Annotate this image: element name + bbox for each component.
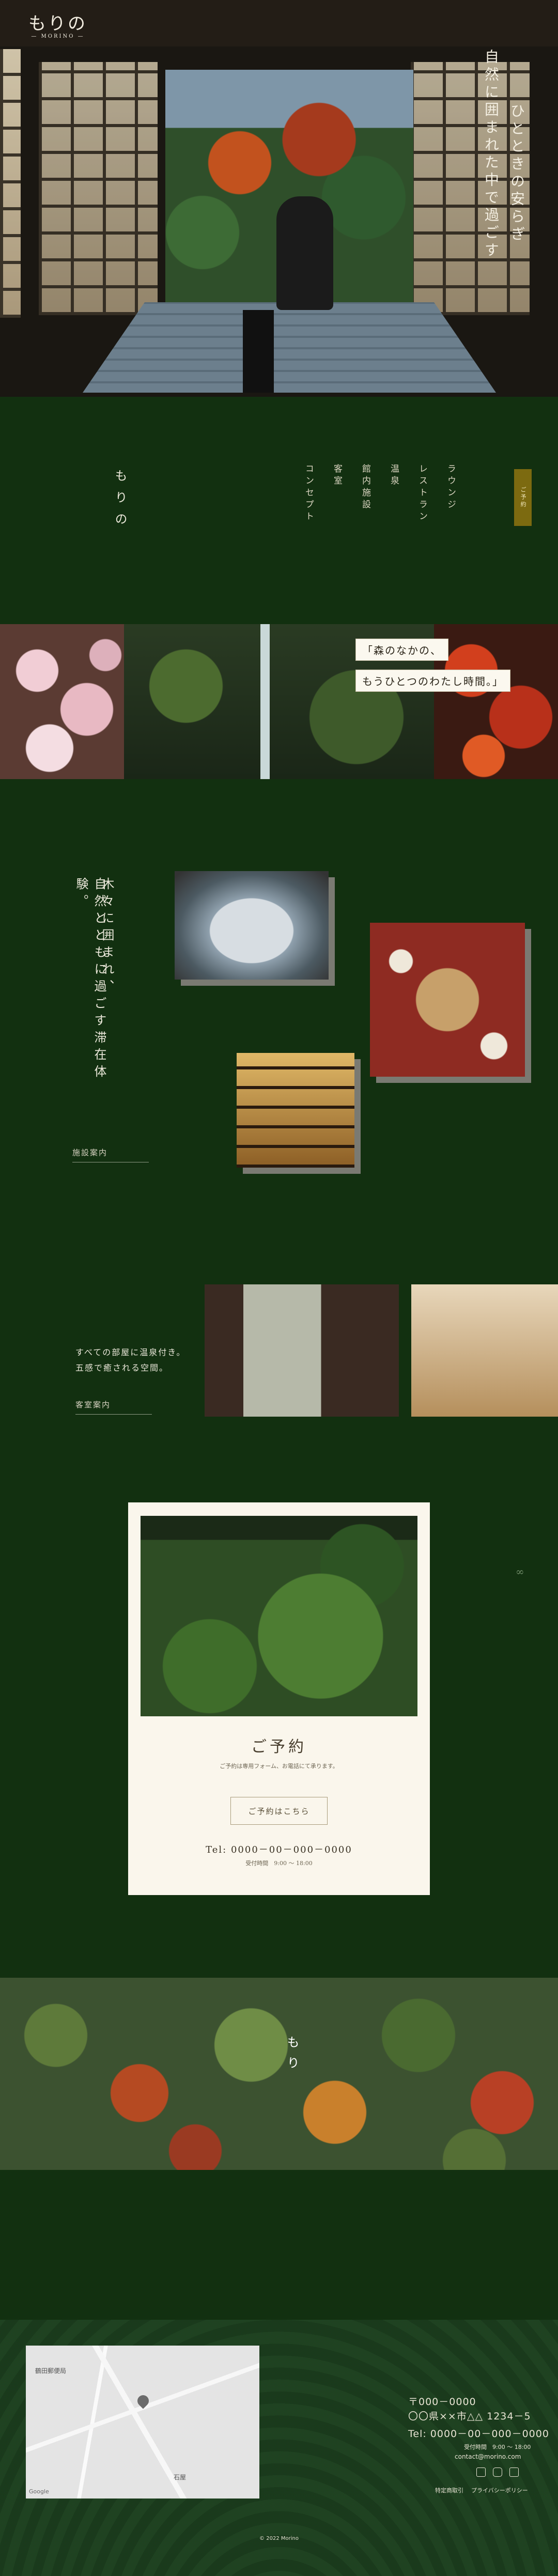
rooms-text: すべての部屋に温泉付き。 五感で癒される空間。 bbox=[75, 1345, 185, 1376]
twitter-icon[interactable] bbox=[476, 2468, 486, 2477]
infinity-icon: ∞ bbox=[516, 1565, 524, 1578]
footer-link-privacy[interactable]: プライバシーポリシー bbox=[471, 2486, 528, 2494]
map-pin-icon bbox=[135, 2393, 151, 2409]
dining-room-photo bbox=[205, 1284, 399, 1417]
facilities-link[interactable]: 施設案内 bbox=[72, 1147, 149, 1162]
shoji-left-edge bbox=[0, 49, 21, 318]
zaisu-chair bbox=[243, 310, 274, 393]
footer-hours: 受付時間 9:00 ～ 18:00 bbox=[464, 2444, 531, 2450]
nav-lounge[interactable]: ラウンジ bbox=[444, 464, 457, 511]
shoji-left bbox=[39, 62, 158, 315]
reservation-tel[interactable]: Tel: 0000－00－000－0000 bbox=[128, 1842, 430, 1856]
hero-tagline-line-1: 自然に囲まれた中で過ごす bbox=[483, 49, 500, 260]
image-band: 「森のなかの、 もうひとつのわたし時間。」 bbox=[0, 624, 558, 779]
facebook-icon[interactable] bbox=[509, 2468, 519, 2477]
forest-label: もり bbox=[285, 2036, 299, 2077]
rooms-text-line-2: 五感で癒される空間。 bbox=[75, 1363, 169, 1373]
footer-address: 〇〇県××市△△ 1234－5 bbox=[408, 2411, 531, 2422]
garden-photo bbox=[141, 1516, 417, 1716]
quote-line-2: もうひとつのわたし時間。」 bbox=[355, 670, 510, 692]
rooms-link[interactable]: 客室案内 bbox=[75, 1399, 152, 1415]
reservation-subtitle: ご予約は専用フォーム、お電話にて承ります。 bbox=[220, 1763, 338, 1770]
reservation-card: ご予約 ご予約は専用フォーム、お電話にて承ります。 ご予約はこちら Tel: 0… bbox=[128, 1502, 430, 1895]
rooms-section: すべての部屋に温泉付き。 五感で癒される空間。 客室案内 bbox=[0, 1244, 558, 1502]
tatami-floor bbox=[83, 302, 496, 393]
nav-restaurant[interactable]: レストラン bbox=[416, 464, 429, 523]
footer-tel[interactable]: Tel: 0000－00－000－0000 bbox=[408, 2426, 549, 2440]
intro-section: もりの コンセプト 客室 館内施設 温泉 レストラン ラウンジ ご予約 bbox=[0, 397, 558, 624]
instagram-icon[interactable] bbox=[493, 2468, 502, 2477]
social-links bbox=[476, 2468, 519, 2477]
reserve-button[interactable]: ご予約はこちら bbox=[230, 1797, 328, 1825]
quote-line-1: 「森のなかの、 bbox=[355, 639, 448, 661]
site-logo[interactable]: もりの — MORINO — bbox=[28, 9, 87, 39]
reserve-badge-button[interactable]: ご予約 bbox=[514, 469, 532, 526]
footer-email[interactable]: contact@morino.com bbox=[455, 2453, 521, 2460]
nav-rooms[interactable]: 客室 bbox=[331, 464, 344, 488]
reservation-section: ∞ ご予約 ご予約は専用フォーム、お電話にて承ります。 ご予約はこちら Tel:… bbox=[0, 1502, 558, 1978]
nav-onsen[interactable]: 温泉 bbox=[388, 464, 400, 488]
footer: 鶴田郵便局 石屋 Google 〒000－0000 〇〇県××市△△ 1234－… bbox=[0, 2320, 558, 2576]
map-label-post-office: 鶴田郵便局 bbox=[35, 2367, 67, 2375]
seated-person-figure bbox=[276, 196, 333, 310]
reservation-hours: 受付時間 9:00 ～ 18:00 bbox=[245, 1860, 313, 1867]
maple-image bbox=[434, 624, 558, 779]
hero: もりの — MORINO — 自然に囲まれた中で過ごす ひとときの安らぎ bbox=[0, 0, 558, 397]
rooms-text-line-1: すべての部屋に温泉付き。 bbox=[75, 1347, 186, 1357]
map-label-ishiya: 石屋 bbox=[174, 2474, 187, 2481]
vertical-logo: もりの bbox=[113, 469, 127, 534]
onsen-photo bbox=[175, 871, 329, 980]
nav-concept[interactable]: コンセプト bbox=[302, 464, 315, 523]
footer-link-commerce[interactable]: 特定商取引 bbox=[435, 2486, 463, 2494]
nav-facilities[interactable]: 館内施設 bbox=[359, 464, 372, 511]
map-google-label: Google bbox=[29, 2488, 49, 2495]
footer-postal: 〒000－0000 bbox=[408, 2396, 476, 2408]
bar-lounge-photo bbox=[237, 1053, 354, 1168]
copyright: © 2022 Morino bbox=[259, 2536, 299, 2541]
kaiseki-meal-photo bbox=[370, 923, 525, 1077]
sakura-image bbox=[0, 624, 124, 779]
facilities-section: 木々に囲まれ、 自然とともに過ごす滞在体験。 施設案内 bbox=[0, 779, 558, 1244]
facilities-heading-2: 自然とともに過ごす滞在体験。 bbox=[74, 877, 106, 1082]
location-map[interactable]: 鶴田郵便局 石屋 Google bbox=[26, 2346, 259, 2499]
guest-room-photo bbox=[411, 1284, 558, 1417]
forest-image: もり bbox=[0, 1978, 558, 2170]
hero-tagline-line-2: ひとときの安らぎ bbox=[508, 103, 525, 244]
reservation-title: ご予約 bbox=[251, 1738, 307, 1756]
